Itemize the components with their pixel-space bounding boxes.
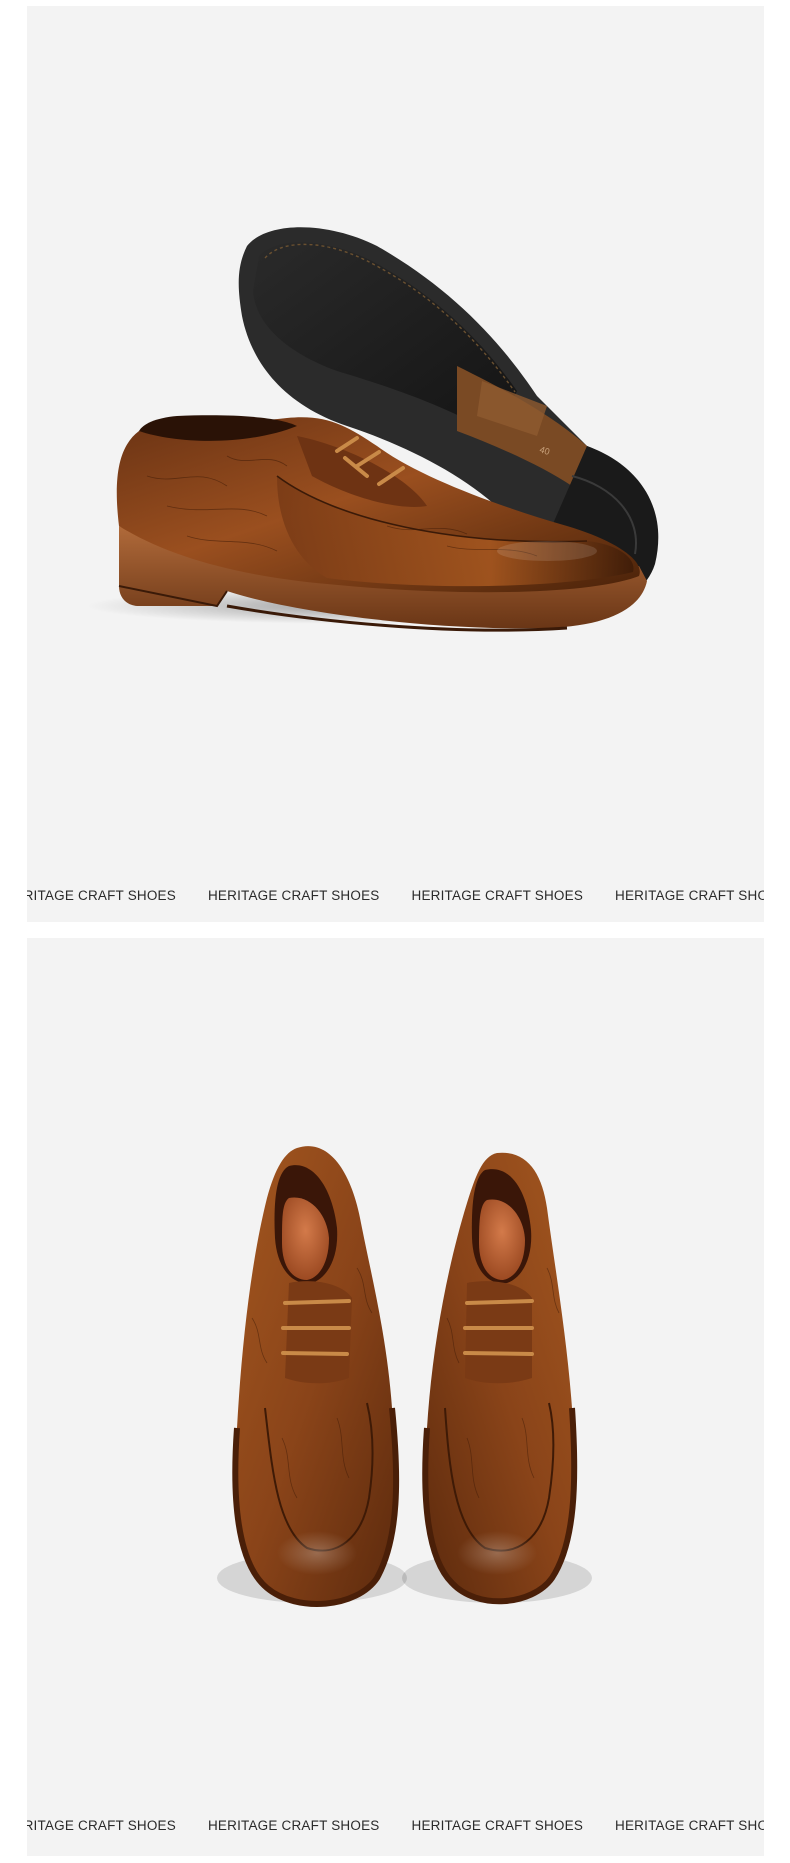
shoe-pair-top-photo bbox=[217, 1146, 592, 1607]
caption-text: HERITAGE CRAFT SHOES bbox=[411, 888, 584, 903]
caption-text: HERITAGE CRAFT SHOES bbox=[615, 1818, 764, 1833]
product-photo-panel-top-view: HERITAGE CRAFT SHOES HERITAGE CRAFT SHOE… bbox=[27, 938, 764, 1856]
caption-text: HERITAGE CRAFT SHOES bbox=[27, 888, 176, 903]
product-photo-panel-side-view: 40 RITAGE CRAFT SHOES HERITAGE CRAFT SHO… bbox=[27, 6, 764, 922]
caption-text: HERITAGE CRAFT SHOES bbox=[411, 1818, 584, 1833]
caption-row: HERITAGE CRAFT SHOES HERITAGE CRAFT SHOE… bbox=[27, 1818, 764, 1833]
left-shoe-top-view bbox=[217, 1146, 407, 1607]
shoe-side-and-sole-photo: 40 bbox=[87, 227, 659, 632]
caption-text: HERITAGE CRAFT SHOES bbox=[207, 1818, 380, 1833]
caption-text: HERITAGE CRAFT SHOES bbox=[615, 888, 764, 903]
caption-text: HERITAGE CRAFT SHOES bbox=[207, 888, 380, 903]
right-shoe-top-view bbox=[402, 1152, 592, 1605]
caption-text: HERITAGE CRAFT SHOES bbox=[27, 1818, 176, 1833]
caption-row: HERITAGE CRAFT SHOES HERITAGE CRAFT SHOE… bbox=[27, 888, 764, 903]
